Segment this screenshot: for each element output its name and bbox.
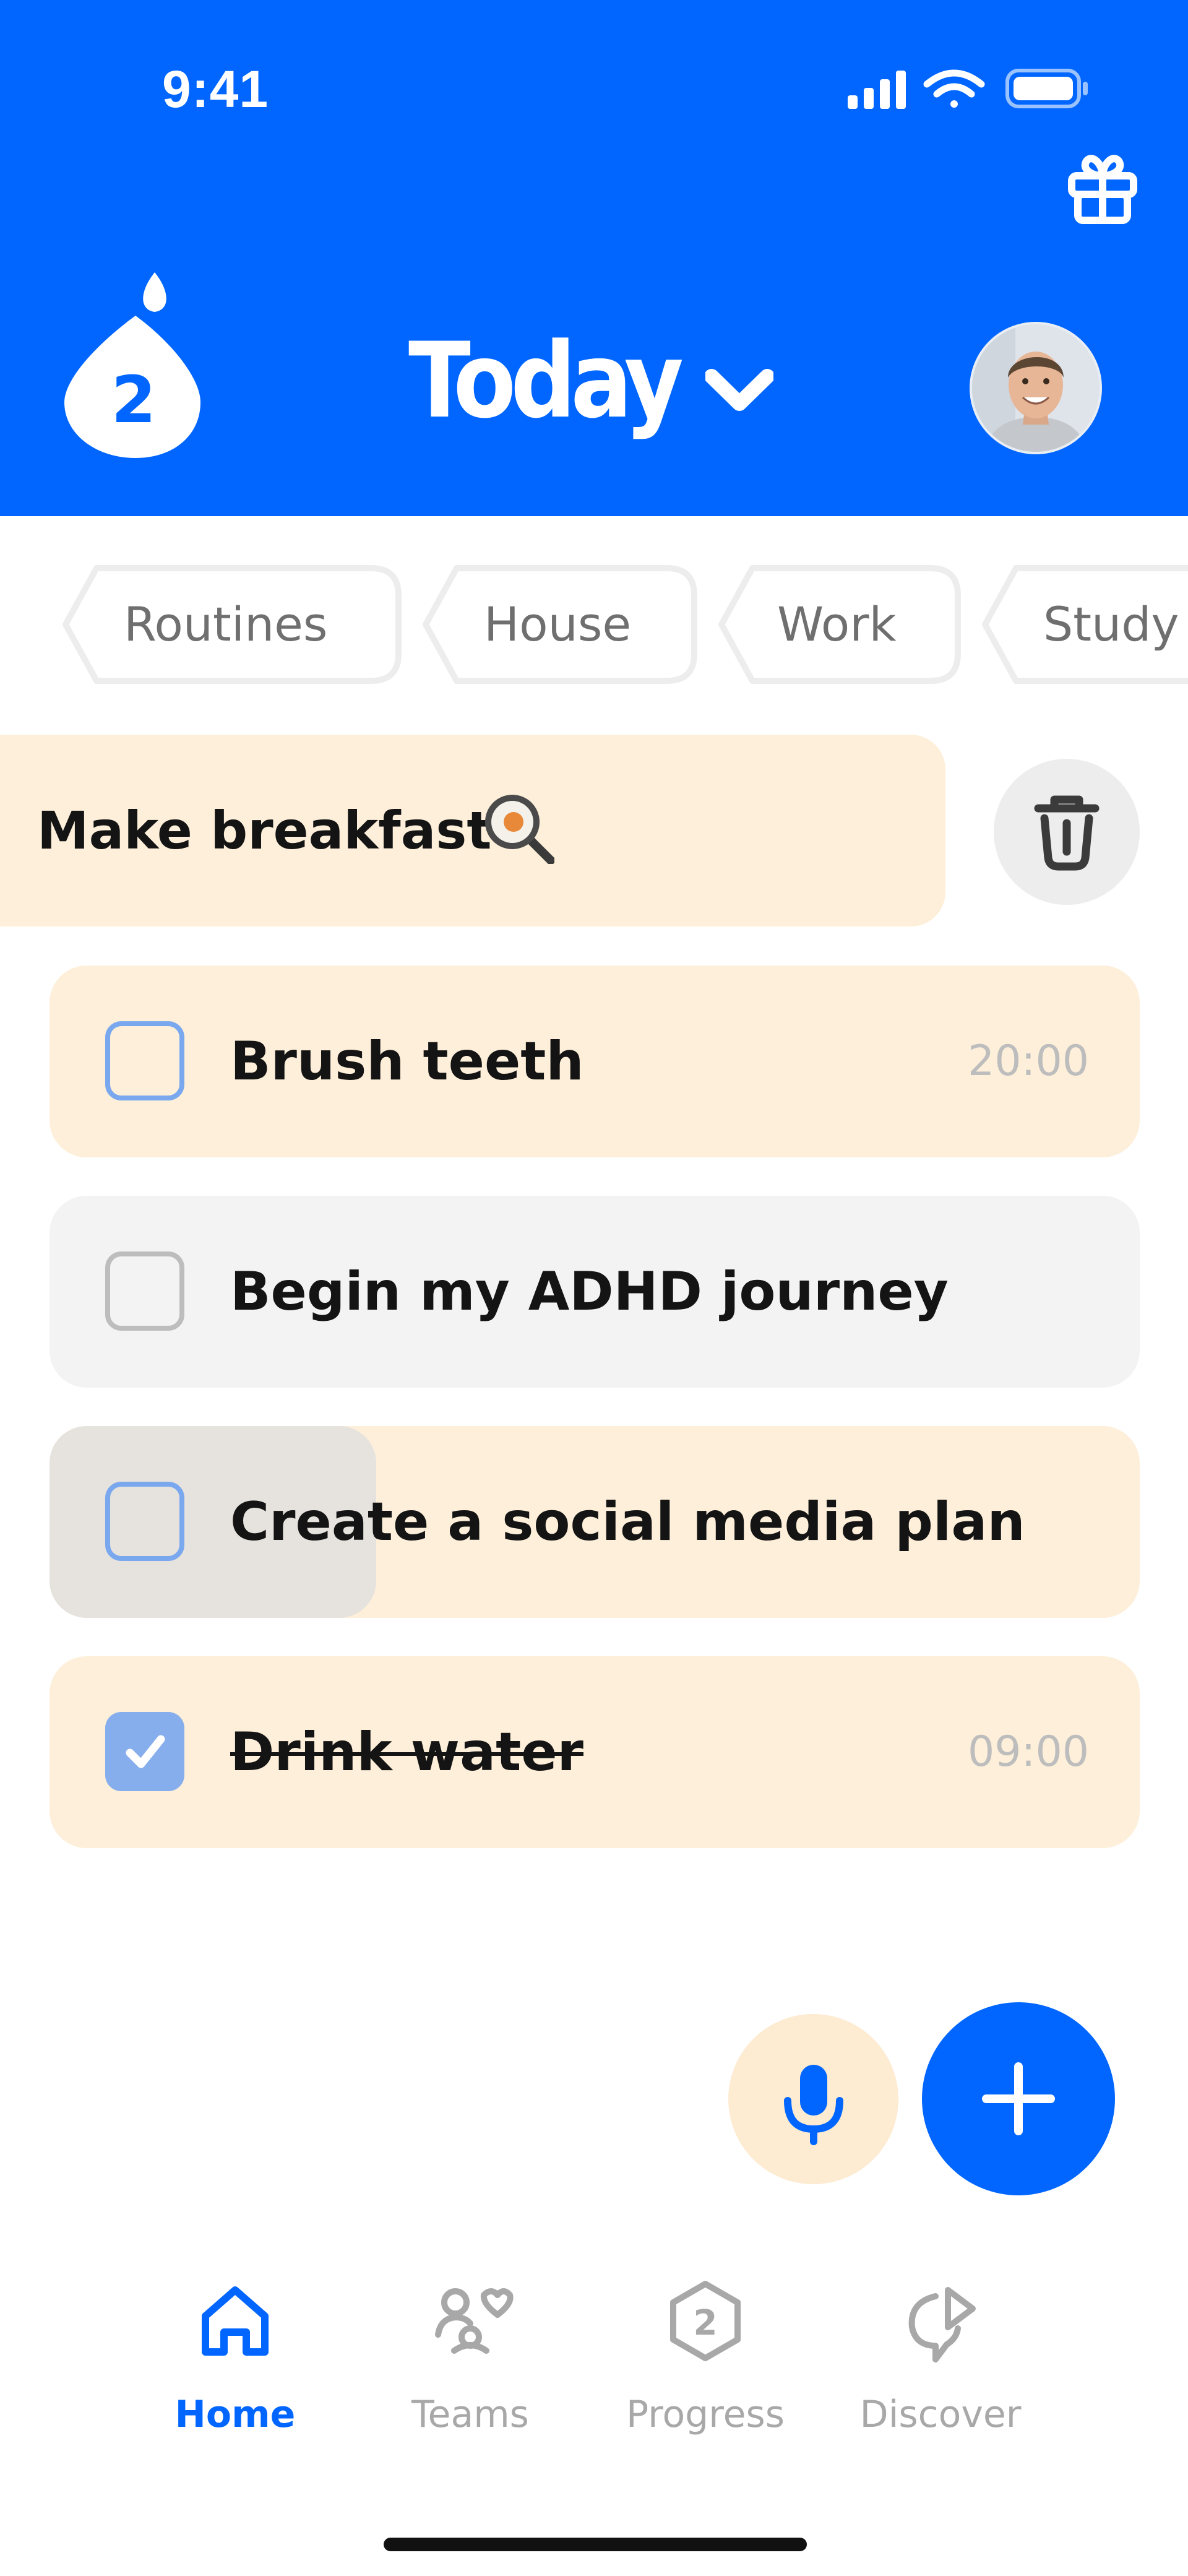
nav-label: Teams	[411, 2393, 529, 2436]
chip-label: Work	[777, 597, 897, 652]
task-time: 09:00	[968, 1727, 1089, 1776]
category-chip-study[interactable]: Study	[981, 564, 1188, 685]
status-time: 9:41	[162, 60, 269, 118]
nav-label: Discover	[859, 2393, 1022, 2436]
flame-drop-icon: 2	[64, 272, 200, 458]
date-selector[interactable]: Today	[408, 309, 715, 452]
chip-label: Routines	[124, 597, 328, 652]
task-row[interactable]: Brush teeth 20:00	[50, 966, 1140, 1157]
trash-icon	[1034, 795, 1100, 871]
frying-pan-icon	[485, 795, 554, 864]
task-row[interactable]: Create a social media plan	[50, 1426, 1140, 1618]
plus-icon	[982, 2062, 1055, 2135]
signal-icon	[848, 71, 906, 109]
add-task-button[interactable]	[922, 2002, 1115, 2195]
avatar[interactable]	[970, 322, 1102, 454]
check-icon	[126, 1735, 165, 1768]
swiped-task-label: Make breakfast	[37, 800, 492, 861]
task-label: Begin my ADHD journey	[230, 1261, 949, 1323]
page-title: Today	[408, 320, 684, 441]
task-checkbox[interactable]	[105, 1021, 184, 1100]
task-time: 20:00	[968, 1037, 1089, 1086]
nav-label: Progress	[626, 2393, 785, 2436]
nav-item-teams[interactable]: Teams	[384, 2278, 557, 2439]
task-checkbox-checked[interactable]	[105, 1712, 184, 1791]
battery-icon	[1005, 69, 1088, 108]
category-chip-work[interactable]: Work	[718, 564, 962, 685]
task-checkbox[interactable]	[105, 1251, 184, 1331]
category-chip-routines[interactable]: Routines	[62, 564, 402, 685]
progress-icon: 2	[670, 2281, 741, 2361]
nav-item-discover[interactable]: Discover	[854, 2278, 1027, 2439]
chip-label: Study	[1043, 597, 1179, 652]
nav-item-progress[interactable]: 2 Progress	[619, 2278, 792, 2439]
streak-badge[interactable]: 2	[64, 272, 207, 458]
task-label: Create a social media plan	[230, 1491, 1025, 1553]
streak-count: 2	[111, 362, 156, 438]
microphone-icon	[784, 2065, 843, 2145]
progress-badge: 2	[694, 2303, 718, 2343]
chip-label: House	[484, 597, 632, 652]
discover-icon	[908, 2287, 976, 2362]
gift-icon[interactable]	[1065, 151, 1140, 225]
task-row[interactable]: Begin my ADHD journey	[50, 1196, 1140, 1388]
avatar-photo	[972, 324, 1100, 452]
teams-icon	[435, 2288, 514, 2354]
chevron-down-icon[interactable]	[705, 358, 773, 420]
task-label: Drink water	[230, 1721, 583, 1783]
status-icons	[848, 69, 1088, 109]
wifi-icon	[923, 69, 985, 108]
home-icon	[202, 2286, 269, 2356]
delete-button[interactable]	[994, 759, 1140, 905]
voice-input-button[interactable]	[728, 2014, 898, 2184]
nav-item-home[interactable]: Home	[148, 2278, 322, 2439]
nav-label: Home	[174, 2393, 296, 2436]
task-label: Brush teeth	[230, 1031, 584, 1092]
category-chip-house[interactable]: House	[422, 564, 698, 685]
task-checkbox[interactable]	[105, 1482, 184, 1561]
home-indicator[interactable]	[384, 2538, 807, 2551]
task-row[interactable]: Drink water 09:00	[50, 1656, 1140, 1848]
